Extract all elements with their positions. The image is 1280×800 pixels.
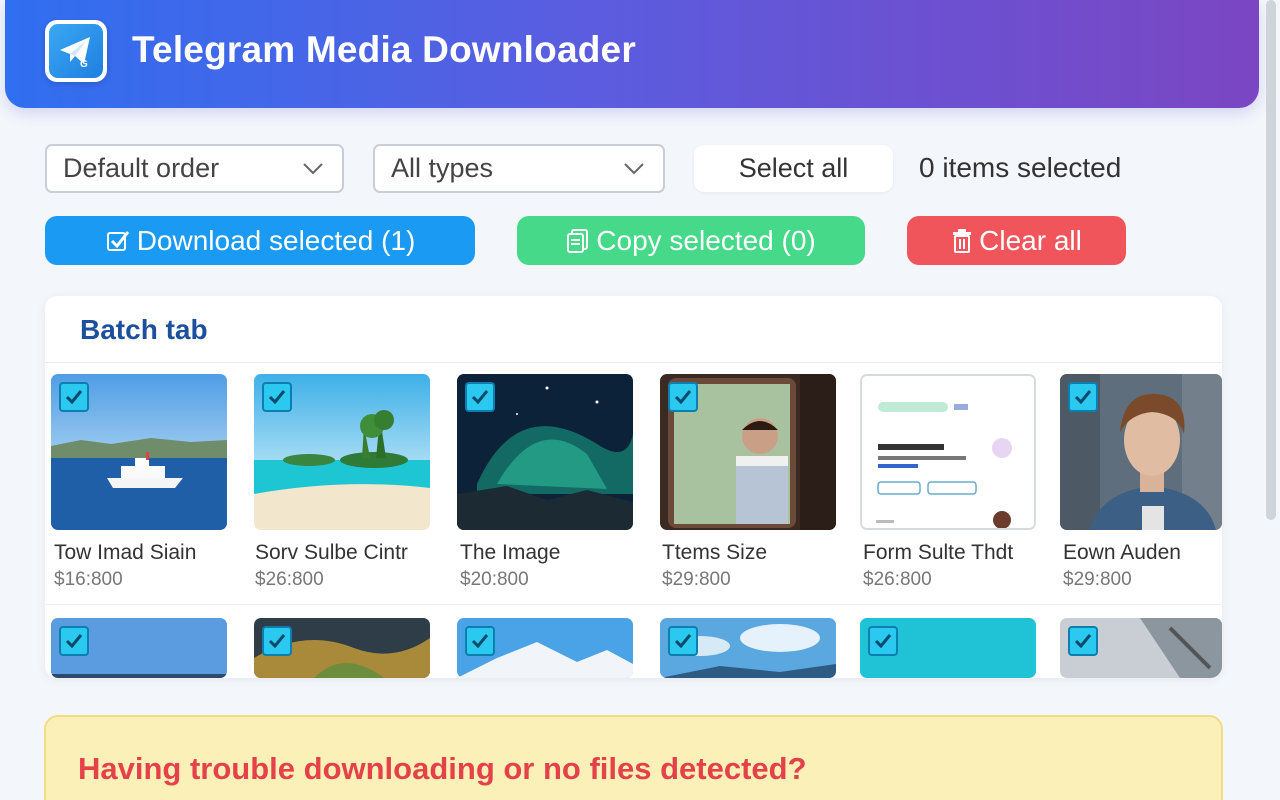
selected-checkbox[interactable] [465,626,495,656]
media-name: Form Sulte Thdt [863,541,1014,564]
chevron-down-icon [303,162,323,174]
chevron-down-icon [624,162,644,174]
checkmark-icon [268,390,286,405]
checkmark-icon [1074,634,1092,649]
trash-icon [953,228,972,253]
scrollbar[interactable] [1266,0,1276,520]
row-divider [45,604,1222,605]
selected-checkbox[interactable] [262,626,292,656]
svg-text:G: G [80,59,88,70]
media-price: $20:800 [460,569,529,590]
copy-selected-button[interactable]: Copy selected (0) [517,216,865,265]
media-name: Sorv Sulbe Cintr [255,541,408,564]
checkmark-icon [268,634,286,649]
media-thumbnail[interactable] [1060,374,1222,530]
media-thumbnail[interactable] [457,618,633,678]
selected-checkbox[interactable] [59,382,89,412]
media-thumbnail[interactable] [254,374,430,530]
media-name: Tow Imad Siain [54,541,197,564]
batch-panel: Batch tab Tow Imad Siain $16:800 Sorv Su… [45,296,1222,678]
copy-selected-label: Copy selected (0) [596,224,816,256]
media-thumbnail[interactable] [860,618,1036,678]
checkmark-icon [674,390,692,405]
select-all-button[interactable]: Select all [694,145,893,192]
media-thumbnail[interactable] [1060,618,1222,678]
selected-checkbox[interactable] [465,382,495,412]
download-selected-label: Download selected (1) [136,224,416,256]
checkmark-icon [471,390,489,405]
media-price: $16:800 [54,569,123,590]
telegram-paper-plane-icon: G [60,37,90,70]
checkbox-check-icon [106,230,129,251]
batch-tab-title: Batch tab [80,314,208,345]
media-name: The Image [460,541,561,564]
app-header: G Telegram Media Downloader [5,0,1259,108]
help-notice-text: Having trouble downloading or no files d… [78,751,807,786]
selected-checkbox[interactable] [868,626,898,656]
sort-order-value: Default order [63,153,220,183]
media-thumbnail[interactable] [660,618,836,678]
media-price: $29:800 [662,569,731,590]
media-thumbnail[interactable] [51,374,227,530]
app-logo: G [45,20,107,82]
media-thumbnail[interactable] [860,374,1036,530]
copy-icon [567,228,589,253]
clear-all-label: Clear all [979,224,1082,256]
selected-checkbox[interactable] [262,382,292,412]
media-price: $29:800 [1063,569,1132,590]
media-name: Ttems Size [662,541,768,564]
type-filter-select[interactable]: All types [373,144,665,193]
media-thumbnail[interactable] [457,374,633,530]
checkmark-icon [65,390,83,405]
sort-order-select[interactable]: Default order [45,144,344,193]
media-thumbnail[interactable] [660,374,836,530]
checkmark-icon [65,634,83,649]
panel-divider [45,362,1222,363]
selected-checkbox[interactable] [668,626,698,656]
media-name: Eown Auden [1063,541,1181,564]
clear-all-button[interactable]: Clear all [907,216,1126,265]
checkmark-icon [1074,390,1092,405]
media-thumbnail[interactable] [51,618,227,678]
checkmark-icon [874,634,892,649]
help-notice: Having trouble downloading or no files d… [44,715,1223,800]
selected-checkbox[interactable] [1068,626,1098,656]
checkmark-icon [471,634,489,649]
media-thumbnail[interactable] [254,618,430,678]
selected-checkbox[interactable] [668,382,698,412]
download-selected-button[interactable]: Download selected (1) [45,216,475,265]
media-price: $26:800 [255,569,324,590]
selected-checkbox[interactable] [59,626,89,656]
items-selected-count: 0 items selected [919,152,1122,183]
app-title: Telegram Media Downloader [132,29,636,70]
media-price: $26:800 [863,569,932,590]
checkmark-icon [674,634,692,649]
selected-checkbox[interactable] [1068,382,1098,412]
type-filter-value: All types [391,153,494,183]
